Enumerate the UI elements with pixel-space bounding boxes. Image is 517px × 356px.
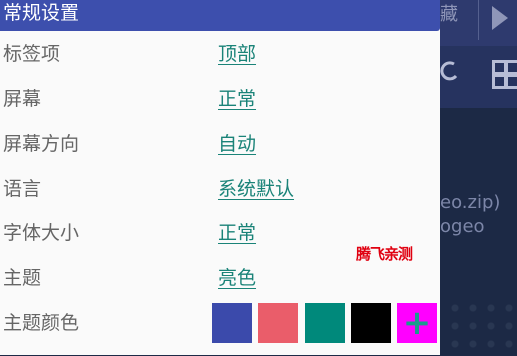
background-separator	[478, 0, 479, 40]
setting-value-link[interactable]: 顶部	[218, 42, 256, 66]
setting-label: 屏幕方向	[3, 133, 80, 155]
setting-value-link[interactable]: 自动	[218, 132, 256, 156]
setting-label: 主题	[3, 267, 42, 289]
setting-row-tabs: 标签项 顶部	[0, 42, 440, 87]
settings-panel: 常规设置 标签项 顶部 屏幕 正常 屏幕方向 自动 语言 系统默认 字体大小 正…	[0, 0, 440, 355]
color-swatch-red[interactable]	[258, 303, 298, 343]
color-swatch-black[interactable]	[351, 303, 391, 343]
refresh-icon[interactable]	[440, 60, 460, 82]
panel-title: 常规设置	[3, 2, 80, 24]
setting-row-screen: 屏幕 正常	[0, 87, 440, 132]
background-hide-label[interactable]: 藏	[440, 0, 458, 26]
setting-label: 语言	[3, 178, 42, 200]
setting-label: 字体大小	[3, 222, 80, 244]
color-swatch-teal[interactable]	[305, 303, 345, 343]
setting-label: 主题颜色	[3, 312, 80, 334]
watermark-text: 腾飞亲测	[356, 245, 413, 263]
setting-label: 屏幕	[3, 88, 42, 110]
setting-value-link[interactable]: 正常	[218, 221, 256, 245]
setting-value-link[interactable]: 正常	[218, 87, 256, 111]
setting-label: 标签项	[3, 43, 61, 65]
setting-row-orientation: 屏幕方向 自动	[0, 132, 440, 177]
background-file-line: eo.zip)	[440, 192, 501, 213]
setting-value-link[interactable]: 系统默认	[218, 177, 294, 201]
grid-view-icon[interactable]	[492, 60, 517, 89]
setting-row-language: 语言 系统默认	[0, 177, 440, 222]
add-color-button[interactable]: +	[397, 303, 437, 343]
setting-value-link[interactable]: 亮色	[218, 266, 256, 290]
color-swatch-blue[interactable]	[212, 303, 252, 343]
panel-header: 常规设置	[0, 0, 440, 31]
play-icon[interactable]	[492, 6, 508, 30]
plus-icon: +	[402, 303, 432, 343]
background-pattern	[445, 298, 515, 355]
background-file-line: ogeo	[440, 216, 485, 237]
